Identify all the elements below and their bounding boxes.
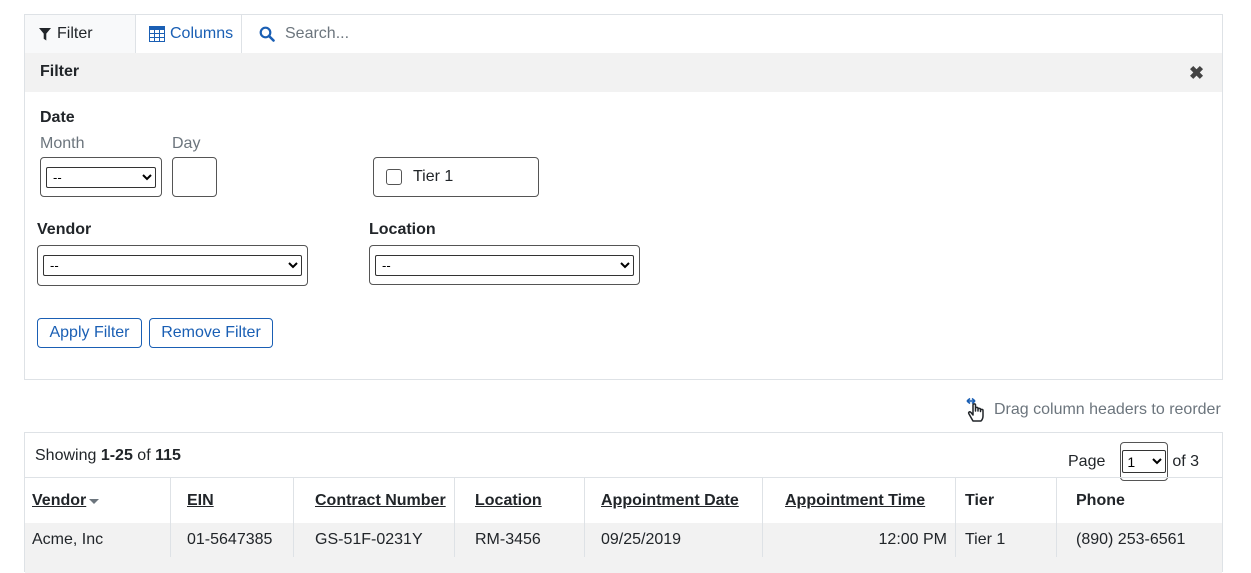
column-header-label: Phone bbox=[1076, 492, 1125, 509]
page-label: Page bbox=[1068, 452, 1106, 470]
cell-phone: (890) 253-6561 bbox=[1076, 531, 1186, 548]
filter-icon bbox=[39, 27, 51, 40]
drag-hint-text: Drag column headers to reorder bbox=[994, 401, 1221, 418]
close-icon[interactable]: ✖ bbox=[1189, 64, 1204, 82]
cell-appointment-date: 09/25/2019 bbox=[585, 523, 763, 557]
column-header-contract-number[interactable]: Contract Number bbox=[294, 478, 455, 524]
location-label: Location bbox=[369, 221, 436, 238]
cell-ein: 01-5647385 bbox=[171, 523, 294, 557]
remove-filter-button[interactable]: Remove Filter bbox=[149, 318, 273, 348]
table-row[interactable]: Acme, Inc 01-5647385 GS-51F-0231Y RM-345… bbox=[25, 523, 1222, 573]
column-header-tier[interactable]: Tier bbox=[956, 478, 1057, 524]
columns-icon bbox=[149, 26, 165, 42]
column-header-label: Contract Number bbox=[315, 492, 446, 509]
location-select-wrapper: -- bbox=[369, 245, 640, 285]
pagination: Page 1 of 3 bbox=[1068, 442, 1199, 481]
showing-prefix: Showing bbox=[35, 447, 101, 464]
search-icon bbox=[259, 26, 275, 42]
vendor-select-wrapper: -- bbox=[37, 245, 308, 286]
sort-desc-icon bbox=[89, 499, 100, 504]
month-label: Month bbox=[40, 135, 85, 152]
day-input[interactable] bbox=[172, 157, 217, 197]
search-bar bbox=[243, 15, 1222, 53]
columns-button[interactable]: Columns bbox=[136, 15, 242, 53]
vendor-select[interactable]: -- bbox=[43, 255, 302, 276]
column-header-appointment-time[interactable]: Appointment Time bbox=[763, 478, 956, 524]
location-select[interactable]: -- bbox=[375, 255, 634, 276]
tier-1-label: Tier 1 bbox=[413, 168, 454, 185]
search-input[interactable] bbox=[283, 24, 883, 44]
cell-appointment-time: 12:00 PM bbox=[763, 523, 956, 557]
filter-panel: Filter ✖ Date Month Day -- Tier 1 Vendor… bbox=[24, 53, 1223, 380]
column-header-label: Location bbox=[475, 492, 542, 509]
month-select-wrapper: -- bbox=[40, 157, 162, 197]
column-header-appointment-date[interactable]: Appointment Date bbox=[585, 478, 763, 524]
day-label: Day bbox=[172, 135, 201, 152]
filter-toggle-label: Filter bbox=[57, 25, 93, 42]
tier-1-checkbox[interactable] bbox=[386, 169, 402, 185]
drag-hand-icon bbox=[966, 397, 984, 422]
column-header-location[interactable]: Location bbox=[455, 478, 585, 524]
filter-toggle-button[interactable]: Filter bbox=[25, 15, 136, 53]
table-header-row: Vendor EIN Contract Number Location Appo… bbox=[25, 477, 1222, 524]
filter-panel-title: Filter bbox=[40, 63, 80, 80]
date-label: Date bbox=[40, 109, 75, 126]
column-header-vendor[interactable]: Vendor bbox=[25, 478, 171, 524]
page-of-total: of 3 bbox=[1172, 452, 1200, 470]
cell-contract-number: GS-51F-0231Y bbox=[294, 523, 455, 557]
page-select-wrapper: 1 bbox=[1120, 442, 1169, 481]
column-header-label: Appointment Time bbox=[785, 492, 926, 509]
showing-count: Showing 1-25 of 115 bbox=[35, 447, 181, 465]
filter-panel-header: Filter ✖ bbox=[25, 53, 1222, 92]
cell-tier: Tier 1 bbox=[956, 523, 1057, 557]
column-header-ein[interactable]: EIN bbox=[171, 478, 294, 524]
showing-total: 115 bbox=[155, 447, 181, 464]
tier-1-filter[interactable]: Tier 1 bbox=[373, 157, 539, 197]
vendor-label: Vendor bbox=[37, 221, 92, 238]
drag-hint: Drag column headers to reorder bbox=[964, 397, 1221, 423]
table-toolbar: Filter Columns bbox=[24, 14, 1223, 54]
column-header-phone[interactable]: Phone bbox=[1057, 478, 1222, 524]
apply-filter-button[interactable]: Apply Filter bbox=[37, 318, 142, 348]
column-header-label: Vendor bbox=[32, 492, 87, 509]
column-header-label: Tier bbox=[965, 492, 995, 509]
showing-range: 1-25 bbox=[100, 447, 133, 464]
cell-location: RM-3456 bbox=[455, 523, 585, 557]
data-table: Showing 1-25 of 115 Page 1 of 3 Vendor E… bbox=[24, 432, 1223, 573]
column-header-label: EIN bbox=[187, 492, 214, 509]
cell-vendor: Acme, Inc bbox=[25, 523, 171, 557]
columns-label: Columns bbox=[170, 25, 234, 42]
column-header-label: Appointment Date bbox=[601, 492, 739, 509]
showing-of: of bbox=[132, 447, 156, 464]
page-select[interactable]: 1 bbox=[1122, 450, 1167, 473]
month-select[interactable]: -- bbox=[46, 167, 156, 188]
